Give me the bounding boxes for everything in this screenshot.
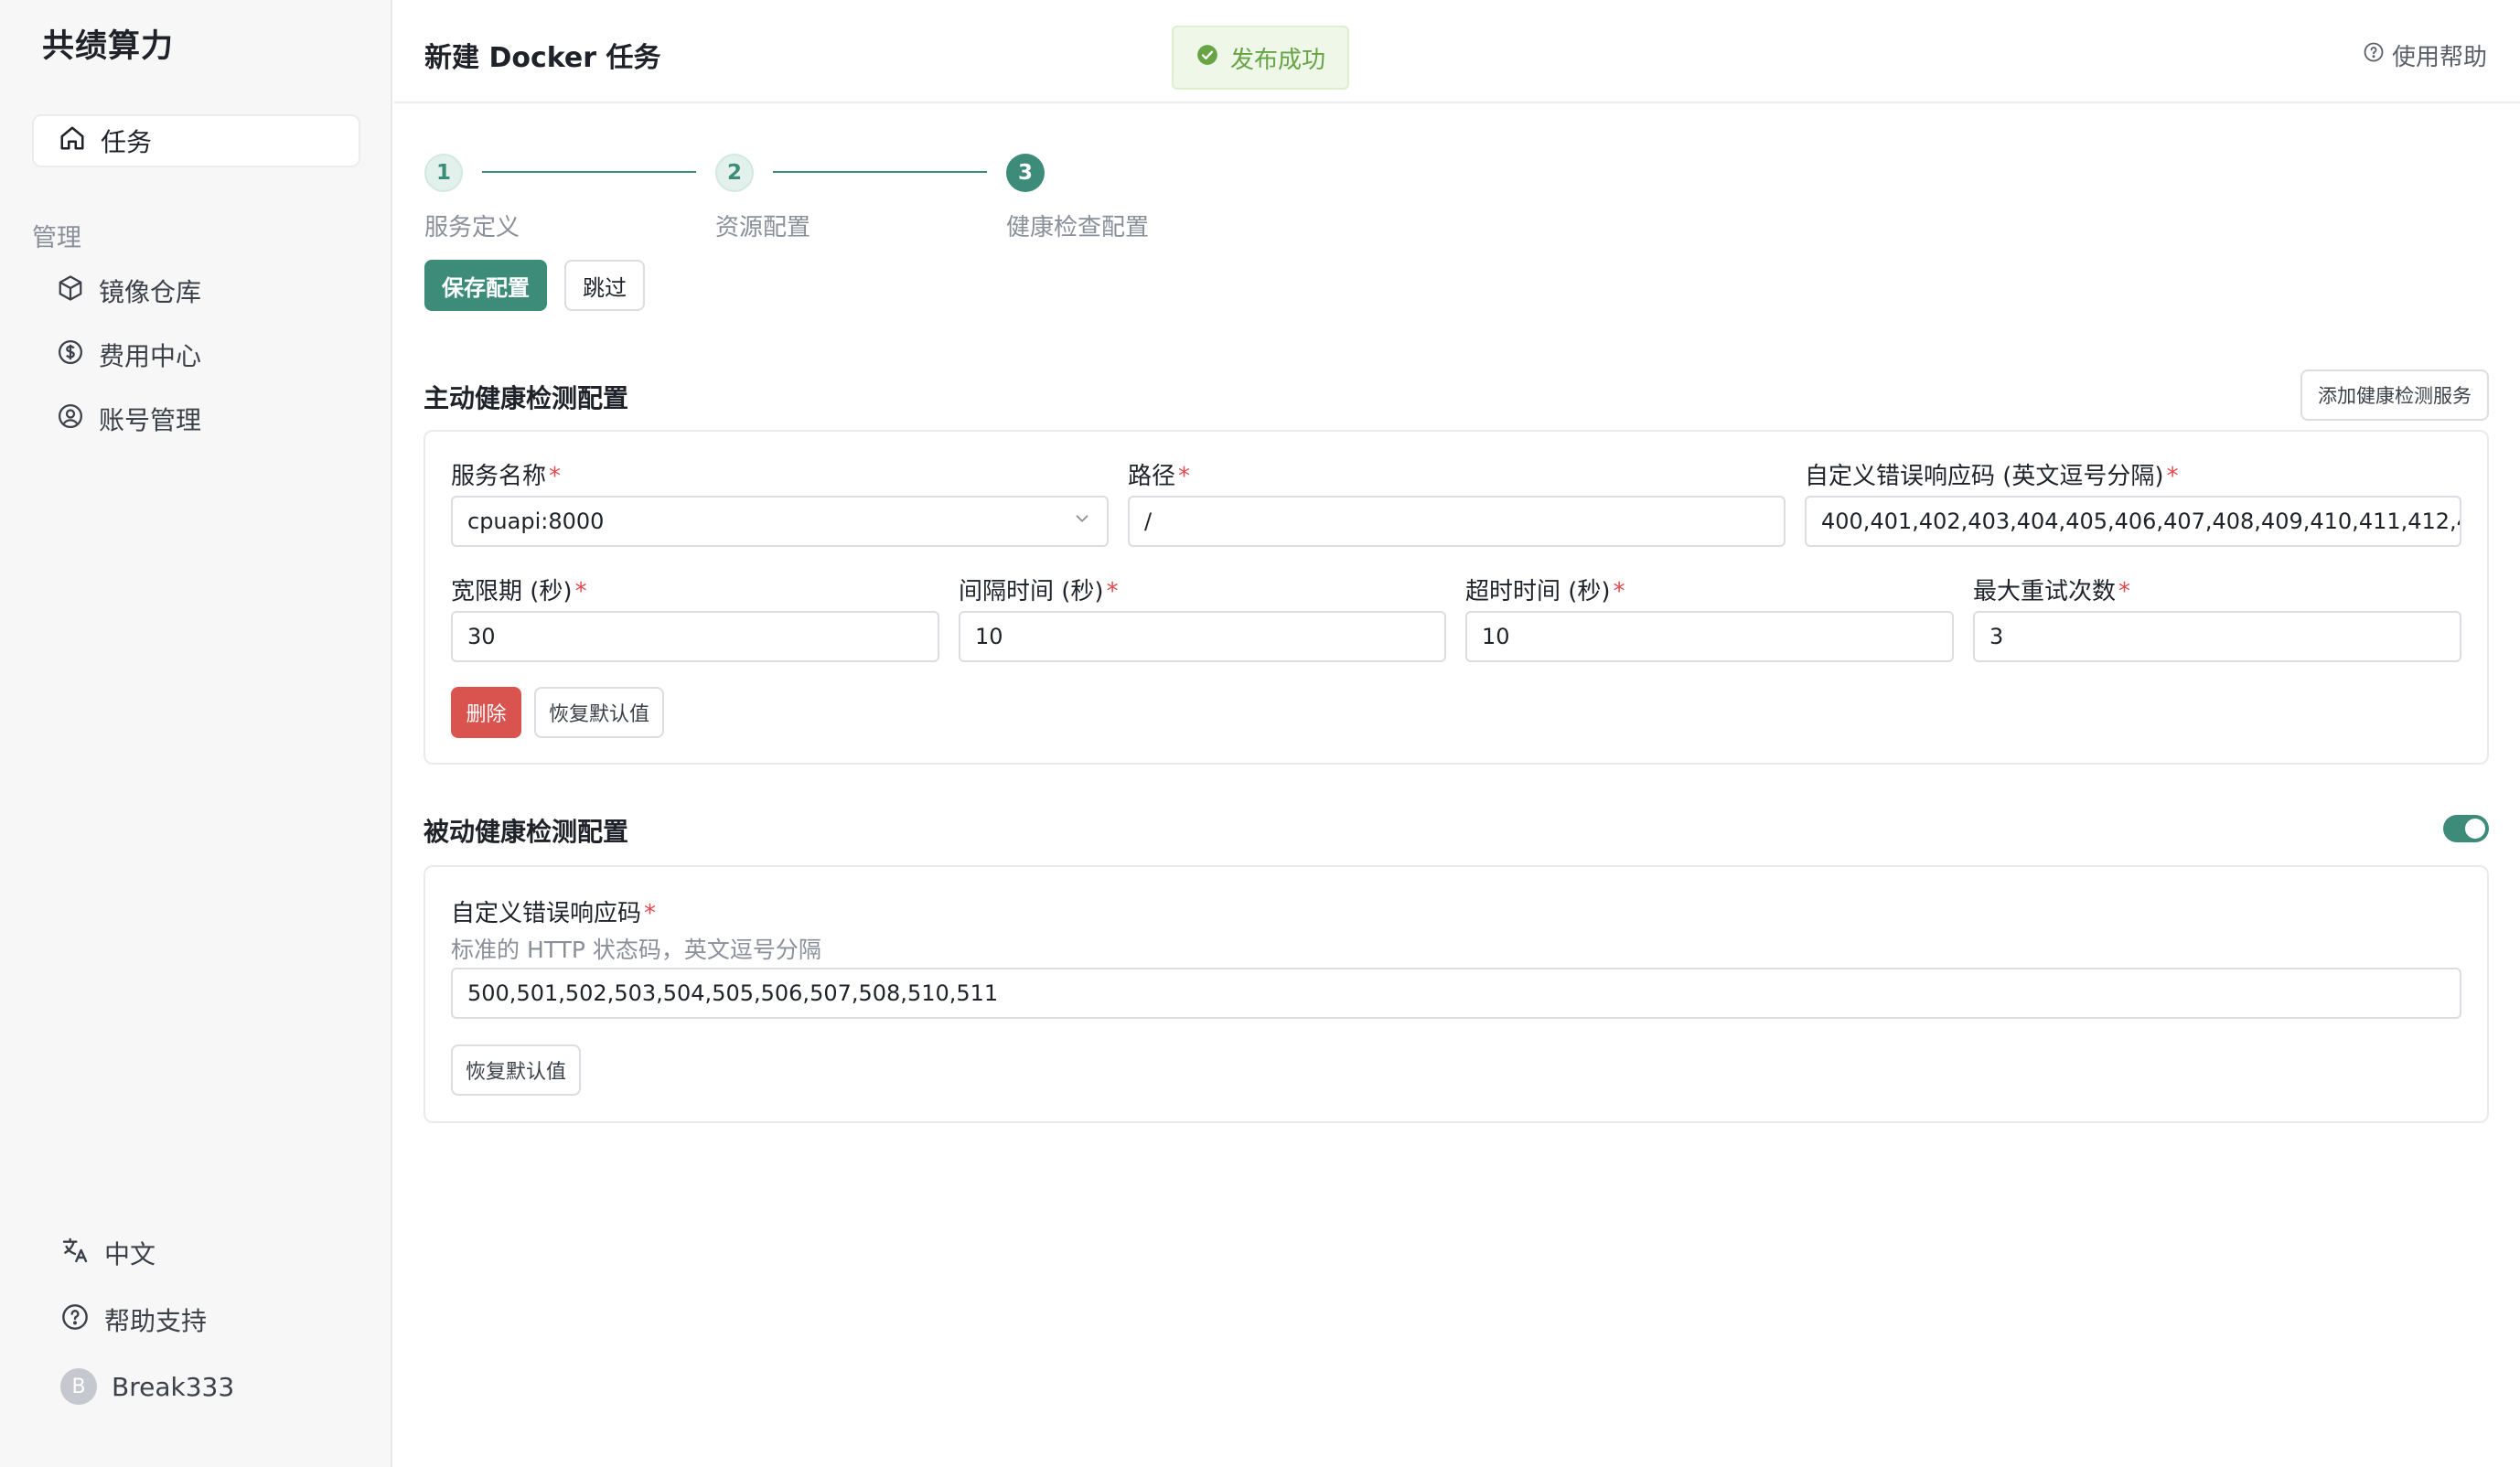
active-health-title: 主动健康检测配置 xyxy=(424,383,629,413)
step-1-circle: 1 xyxy=(424,154,463,192)
username: Break333 xyxy=(112,1371,235,1402)
grace-period-label: 宽限期 (秒) * xyxy=(451,578,587,605)
sidebar-item-tasks[interactable]: 任务 xyxy=(32,114,360,167)
step-2-label: 资源配置 xyxy=(715,214,811,241)
toggle-knob xyxy=(2465,819,2485,839)
skip-button[interactable]: 跳过 xyxy=(564,260,645,311)
passive-error-codes-hint: 标准的 HTTP 状态码，英文逗号分隔 xyxy=(451,937,821,963)
sidebar-item-label: 费用中心 xyxy=(99,341,202,371)
help-label: 使用帮助 xyxy=(2391,44,2487,71)
interval-label: 间隔时间 (秒) * xyxy=(959,578,1119,605)
passive-health-toggle[interactable] xyxy=(2443,815,2489,842)
sidebar-item-label: 账号管理 xyxy=(99,405,202,435)
language-label: 中文 xyxy=(104,1239,156,1269)
user-circle-icon xyxy=(57,402,99,436)
passive-error-codes-input[interactable]: 500,501,502,503,504,505,506,507,508,510,… xyxy=(451,968,2461,1019)
page-header: 新建 Docker 任务 发布成功 使用帮助 xyxy=(394,0,2520,103)
toast-text: 发布成功 xyxy=(1229,46,1325,74)
save-config-button[interactable]: 保存配置 xyxy=(424,260,547,311)
active-health-card xyxy=(424,430,2489,765)
avatar: B xyxy=(60,1368,97,1405)
path-input[interactable]: / xyxy=(1128,496,1785,547)
box-icon xyxy=(57,274,99,308)
service-name-label: 服务名称 * xyxy=(451,463,562,490)
service-name-value: cpuapi:8000 xyxy=(467,509,605,534)
passive-health-title: 被动健康检测配置 xyxy=(424,817,629,847)
check-circle-icon xyxy=(1196,43,1230,73)
reset-default-button[interactable]: 恢复默认值 xyxy=(534,687,664,738)
sidebar-item-label: 镜像仓库 xyxy=(99,277,202,307)
language-switcher[interactable]: 中文 xyxy=(60,1235,155,1271)
error-codes-input[interactable]: 400,401,402,403,404,405,406,407,408,409,… xyxy=(1805,496,2461,547)
step-3-label: 健康检查配置 xyxy=(1006,214,1150,241)
sidebar-item-label: 任务 xyxy=(101,127,153,157)
step-2-circle: 2 xyxy=(715,154,754,192)
step-1-label: 服务定义 xyxy=(424,214,520,241)
sidebar-item-account[interactable]: 账号管理 xyxy=(57,401,201,437)
add-health-check-button[interactable]: 添加健康检测服务 xyxy=(2300,369,2489,421)
help-support-label: 帮助支持 xyxy=(104,1306,208,1336)
sidebar: 共绩算力 任务 管理 镜像仓库 费用中心 账号管理 中文 帮助支持 B Brea… xyxy=(0,0,392,1467)
sidebar-section-title: 管理 xyxy=(32,224,81,252)
timeout-label: 超时时间 (秒) * xyxy=(1465,578,1625,605)
help-support-link[interactable]: 帮助支持 xyxy=(60,1301,207,1338)
usage-help-link[interactable]: 使用帮助 xyxy=(2363,38,2487,72)
step-connector xyxy=(773,171,987,173)
sidebar-item-billing[interactable]: 费用中心 xyxy=(57,337,201,373)
brand-logo-text: 共绩算力 xyxy=(42,28,175,65)
step-connector xyxy=(482,171,696,173)
path-label: 路径 * xyxy=(1128,463,1191,490)
max-retries-label: 最大重试次数 * xyxy=(1973,578,2131,605)
help-circle-icon xyxy=(2363,41,2392,70)
service-name-select[interactable]: cpuapi:8000 xyxy=(451,496,1109,547)
user-profile[interactable]: B Break333 xyxy=(60,1368,234,1405)
grace-period-input[interactable]: 30 xyxy=(451,611,939,662)
passive-reset-default-button[interactable]: 恢复默认值 xyxy=(451,1044,581,1096)
home-icon xyxy=(59,124,101,158)
delete-button[interactable]: 删除 xyxy=(451,687,521,738)
chevron-down-icon xyxy=(1072,509,1092,534)
success-toast: 发布成功 xyxy=(1172,26,1349,90)
max-retries-input[interactable]: 3 xyxy=(1973,611,2461,662)
error-codes-label: 自定义错误响应码 (英文逗号分隔) * xyxy=(1805,463,2179,490)
page-title: 新建 Docker 任务 xyxy=(424,42,661,74)
interval-input[interactable]: 10 xyxy=(959,611,1446,662)
dollar-circle-icon xyxy=(57,338,99,372)
passive-error-codes-label: 自定义错误响应码 * xyxy=(451,900,657,927)
sidebar-item-image-registry[interactable]: 镜像仓库 xyxy=(57,273,201,309)
timeout-input[interactable]: 10 xyxy=(1465,611,1954,662)
translate-icon xyxy=(60,1236,104,1271)
step-3-circle: 3 xyxy=(1006,154,1045,192)
help-circle-icon xyxy=(60,1302,104,1338)
